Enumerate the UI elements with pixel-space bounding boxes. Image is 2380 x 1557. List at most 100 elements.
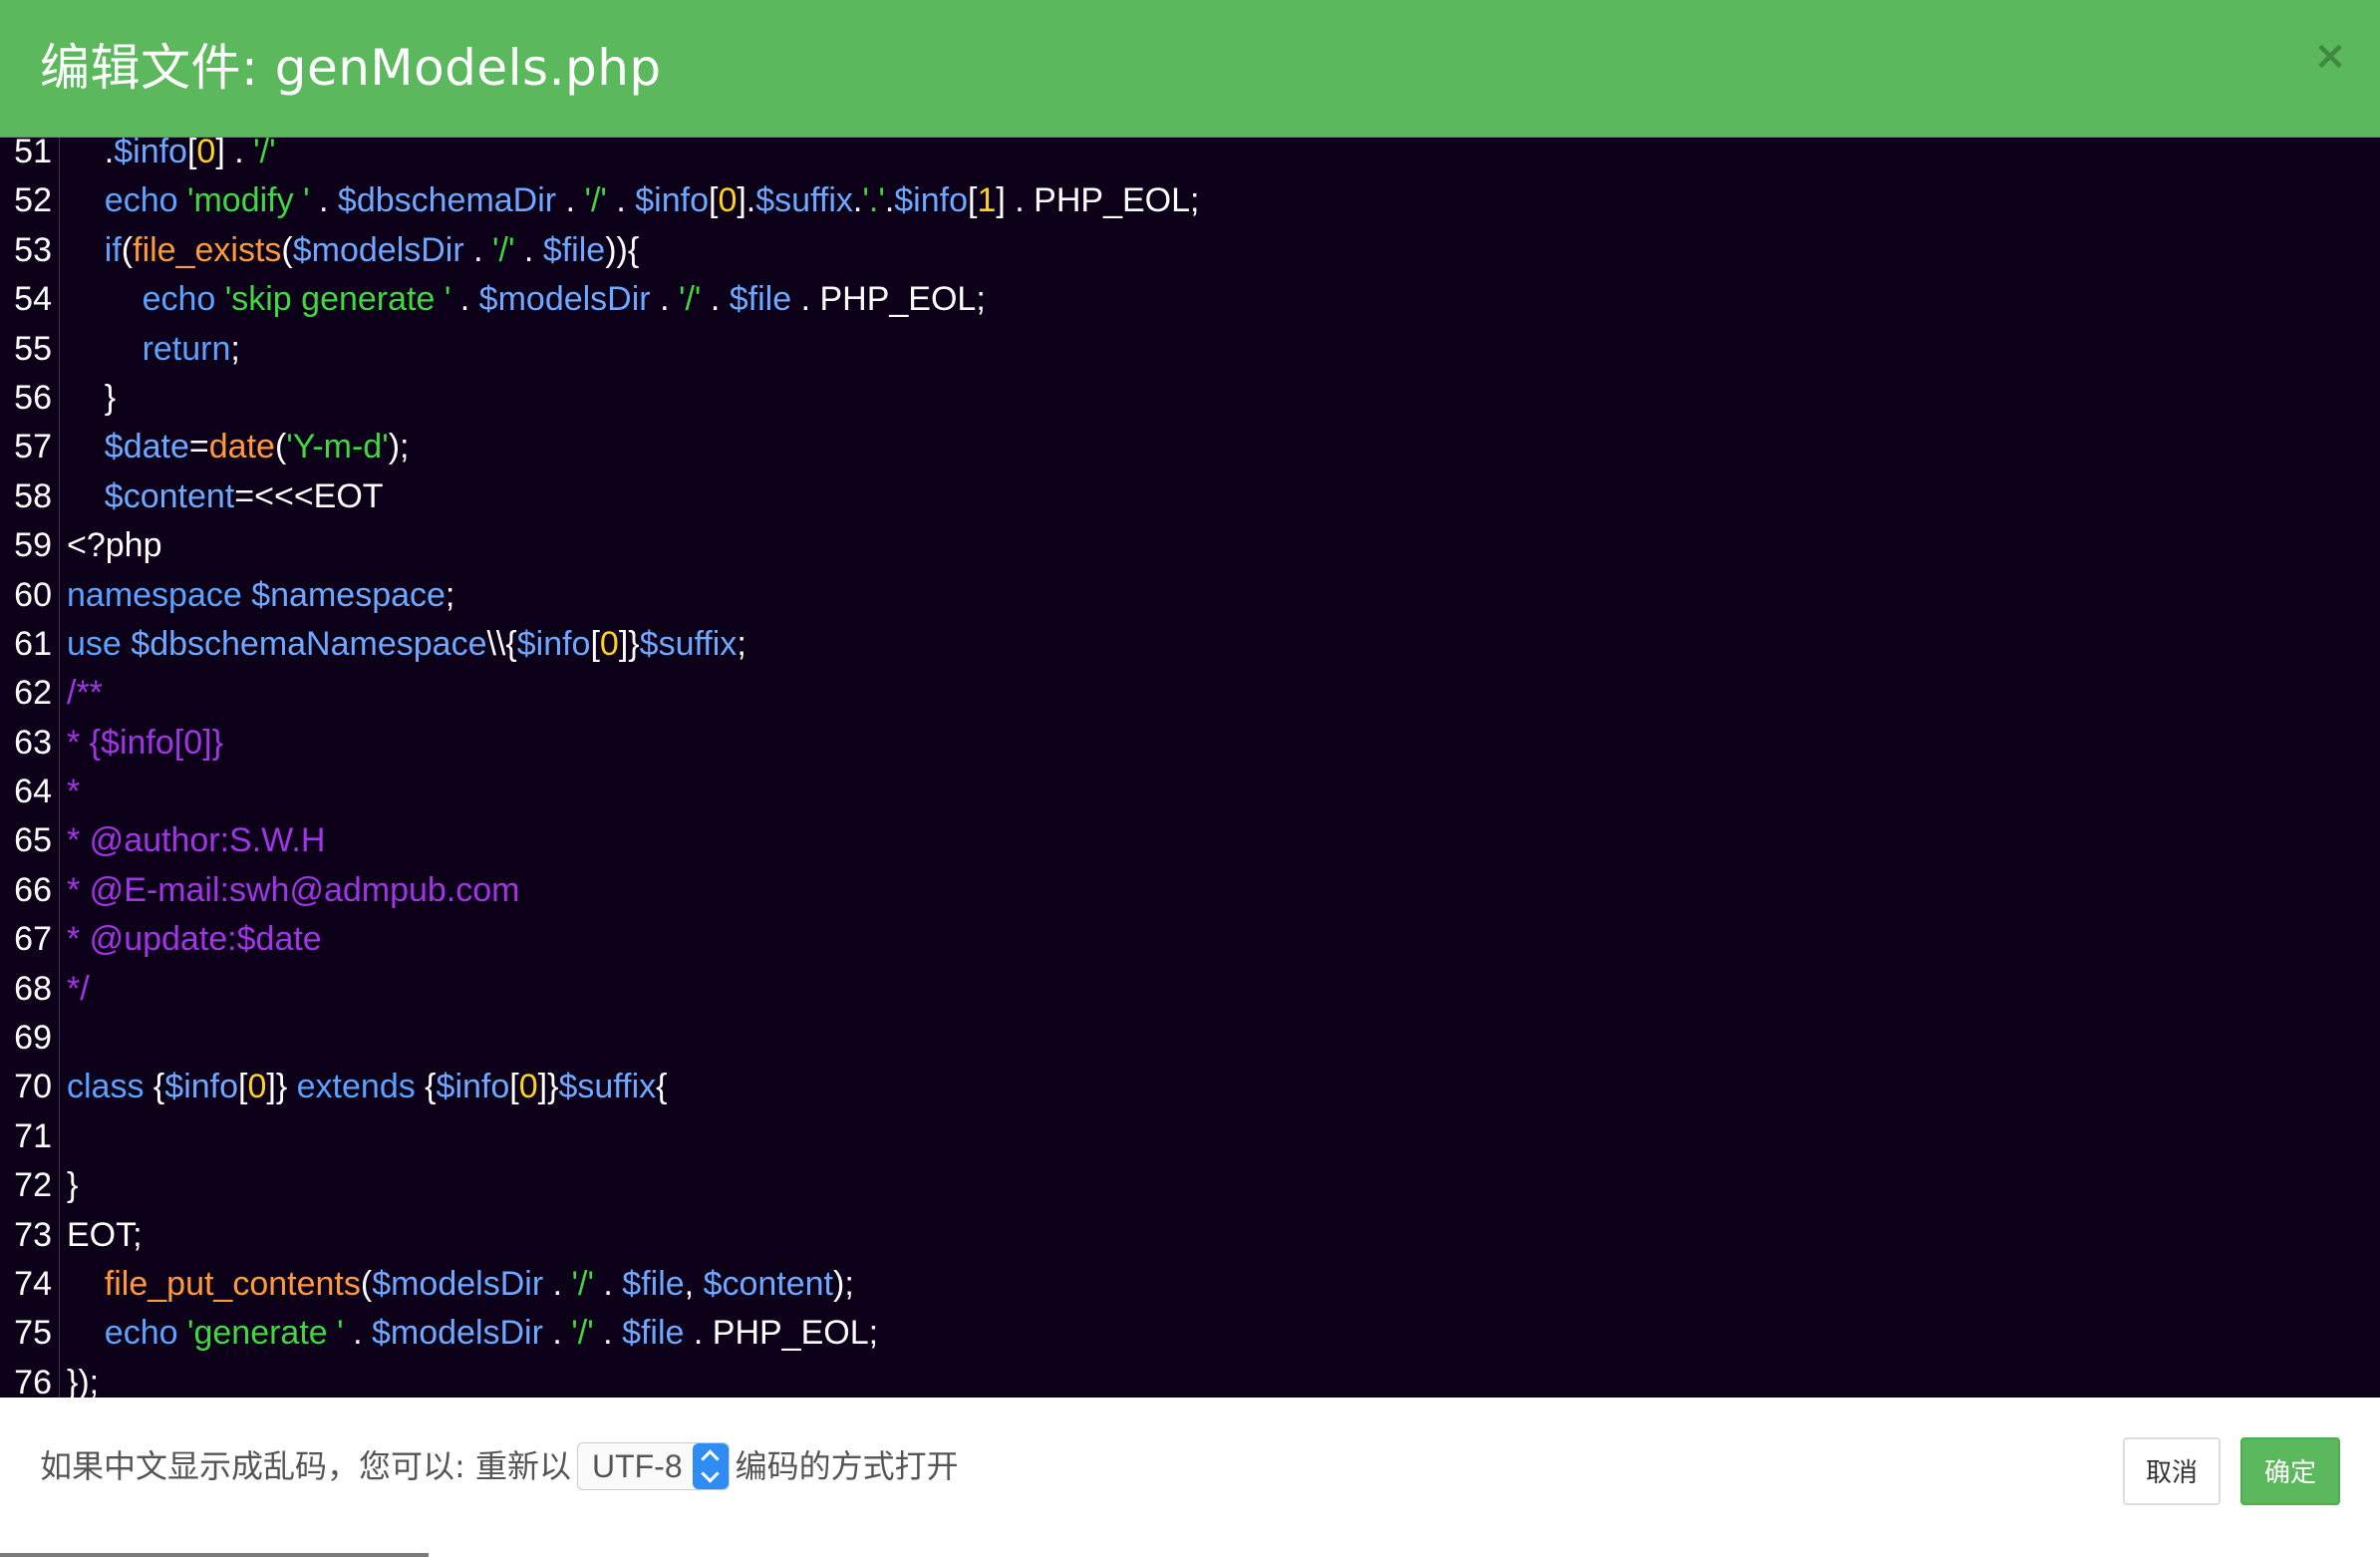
code-token: <?php <box>67 526 162 565</box>
code-line[interactable]: 63 * {$info[0]} <box>0 718 2380 769</box>
code-line[interactable]: 52 echo 'modify ' . $dbschemaDir . '/' .… <box>0 176 2380 227</box>
code-token: 0 <box>247 1068 267 1106</box>
line-text: } <box>67 374 116 423</box>
code-line[interactable]: 72} <box>0 1161 2380 1211</box>
code-token: 0 <box>718 181 738 220</box>
code-token: ( <box>281 230 293 269</box>
code-token: . <box>514 230 543 269</box>
line-text: * @author:S.W.H <box>67 816 325 865</box>
code-token: . <box>606 181 636 220</box>
line-number: 63 <box>0 718 60 769</box>
code-token: ); <box>388 428 410 467</box>
code-token: ] . <box>215 138 254 170</box>
code-token: return <box>142 329 231 368</box>
line-text: return; <box>67 325 240 374</box>
code-token: ( <box>360 1264 373 1303</box>
line-number: 72 <box>0 1161 60 1211</box>
code-line[interactable]: 68 */ <box>0 964 2380 1015</box>
code-line[interactable]: 53 if(file_exists($modelsDir . '/' . $fi… <box>0 225 2380 276</box>
code-line[interactable]: 76}); <box>0 1358 2380 1398</box>
code-token: ; <box>445 575 455 614</box>
code-line[interactable]: 67 * @update:$date <box>0 915 2380 966</box>
code-line[interactable]: 65 * @author:S.W.H <box>0 816 2380 867</box>
code-token: */ <box>67 969 90 1008</box>
line-text: class {$info[0]} extends {$info[0]}$suff… <box>67 1063 667 1111</box>
code-line[interactable]: 54 echo 'skip generate ' . $modelsDir . … <box>0 275 2380 325</box>
horizontal-scrollbar[interactable] <box>0 1553 429 1557</box>
code-line[interactable]: 57 $date=date('Y-m-d'); <box>0 423 2380 473</box>
confirm-button[interactable]: 确定 <box>2240 1437 2340 1505</box>
line-text: echo 'generate ' . $modelsDir . '/' . $f… <box>67 1309 878 1358</box>
code-token: $file <box>622 1314 685 1353</box>
code-token: namespace <box>67 575 242 614</box>
code-line[interactable]: 71 <box>0 1111 2380 1162</box>
code-editor[interactable]: 51 .$info[0] . '/' 52 echo 'modify ' . $d… <box>0 138 2380 1398</box>
line-number: 57 <box>0 423 60 473</box>
code-token: $modelsDir <box>371 1314 543 1353</box>
line-number: 64 <box>0 768 60 817</box>
code-line[interactable]: 58 $content=<<<EOT <box>0 471 2380 522</box>
code-line[interactable]: 75 echo 'generate ' . $modelsDir . '/' .… <box>0 1309 2380 1360</box>
code-token: } <box>67 378 117 417</box>
code-token: $modelsDir <box>478 280 651 319</box>
code-line[interactable]: 70 class {$info[0]} extends {$info[0]}$su… <box>0 1063 2380 1113</box>
line-text: if(file_exists($modelsDir . '/' . $file)… <box>67 226 639 275</box>
code-token: date <box>208 428 275 467</box>
code-token: . <box>463 230 493 269</box>
code-line[interactable]: 55 return; <box>0 324 2380 375</box>
line-number: 73 <box>0 1210 60 1261</box>
code-token: ); <box>833 1264 854 1303</box>
code-token: . PHP_EOL; <box>791 280 986 319</box>
code-line[interactable]: 66 * @E-mail:swh@admpub.com <box>0 865 2380 916</box>
line-text: use $dbschemaNamespace\\{$info[0]}$suffi… <box>67 620 746 669</box>
code-token: ; <box>230 329 240 368</box>
code-token: $content <box>703 1264 834 1303</box>
line-text: .$info[0] . '/' <box>67 138 276 176</box>
code-line[interactable]: 59 <?php <box>0 521 2380 571</box>
code-token: ]} <box>618 624 640 663</box>
line-number: 56 <box>0 373 60 424</box>
code-token: $namespace <box>251 575 446 614</box>
cancel-button[interactable]: 取消 <box>2123 1437 2221 1505</box>
code-token: $file <box>729 280 792 319</box>
code-line[interactable]: 62/** <box>0 669 2380 720</box>
line-text: echo 'modify ' . $dbschemaDir . '/' . $i… <box>67 176 1200 225</box>
code-line[interactable]: 73 EOT; <box>0 1210 2380 1261</box>
code-token: . <box>542 1314 572 1353</box>
line-text: */ <box>67 965 90 1014</box>
code-token: file_exists <box>133 230 282 269</box>
line-text: $date=date('Y-m-d'); <box>67 423 410 471</box>
code-token: $suffix <box>639 624 738 663</box>
code-token: . <box>543 1264 572 1303</box>
code-line[interactable]: 64 * <box>0 768 2380 817</box>
code-token: { <box>415 1068 437 1106</box>
code-token: , <box>684 1264 704 1303</box>
code-token: $info <box>894 181 968 220</box>
code-line[interactable]: 61 use $dbschemaNamespace\\{$info[0]}$suf… <box>0 619 2380 670</box>
line-text: $content=<<<EOT <box>67 472 384 521</box>
code-token: . <box>343 1314 372 1353</box>
code-line[interactable]: 69 <box>0 1014 2380 1064</box>
code-token: 1 <box>977 181 997 220</box>
code-line[interactable]: 60 namespace $namespace; <box>0 570 2380 621</box>
close-icon[interactable]: × <box>2310 36 2350 76</box>
code-line[interactable]: 51 .$info[0] . '/' <box>0 138 2380 177</box>
line-number: 52 <box>0 176 60 227</box>
code-token: 'modify ' <box>186 181 310 220</box>
code-token: * <box>67 773 81 811</box>
code-token: . <box>884 181 895 220</box>
code-line[interactable]: 56 } <box>0 373 2380 424</box>
line-number: 74 <box>0 1259 60 1310</box>
code-token: ]} <box>266 1068 297 1106</box>
code-token: . PHP_EOL; <box>684 1314 879 1353</box>
encoding-select[interactable]: UTF-8 <box>576 1442 730 1490</box>
dialog-title: 编辑文件: genModels.php <box>40 39 662 97</box>
select-arrows-icon <box>692 1443 729 1489</box>
code-token: $suffix <box>558 1068 657 1106</box>
line-number: 54 <box>0 275 60 325</box>
line-number: 61 <box>0 619 60 670</box>
code-token: $file <box>622 1264 685 1303</box>
code-line[interactable]: 74 file_put_contents($modelsDir . '/' . … <box>0 1259 2380 1310</box>
